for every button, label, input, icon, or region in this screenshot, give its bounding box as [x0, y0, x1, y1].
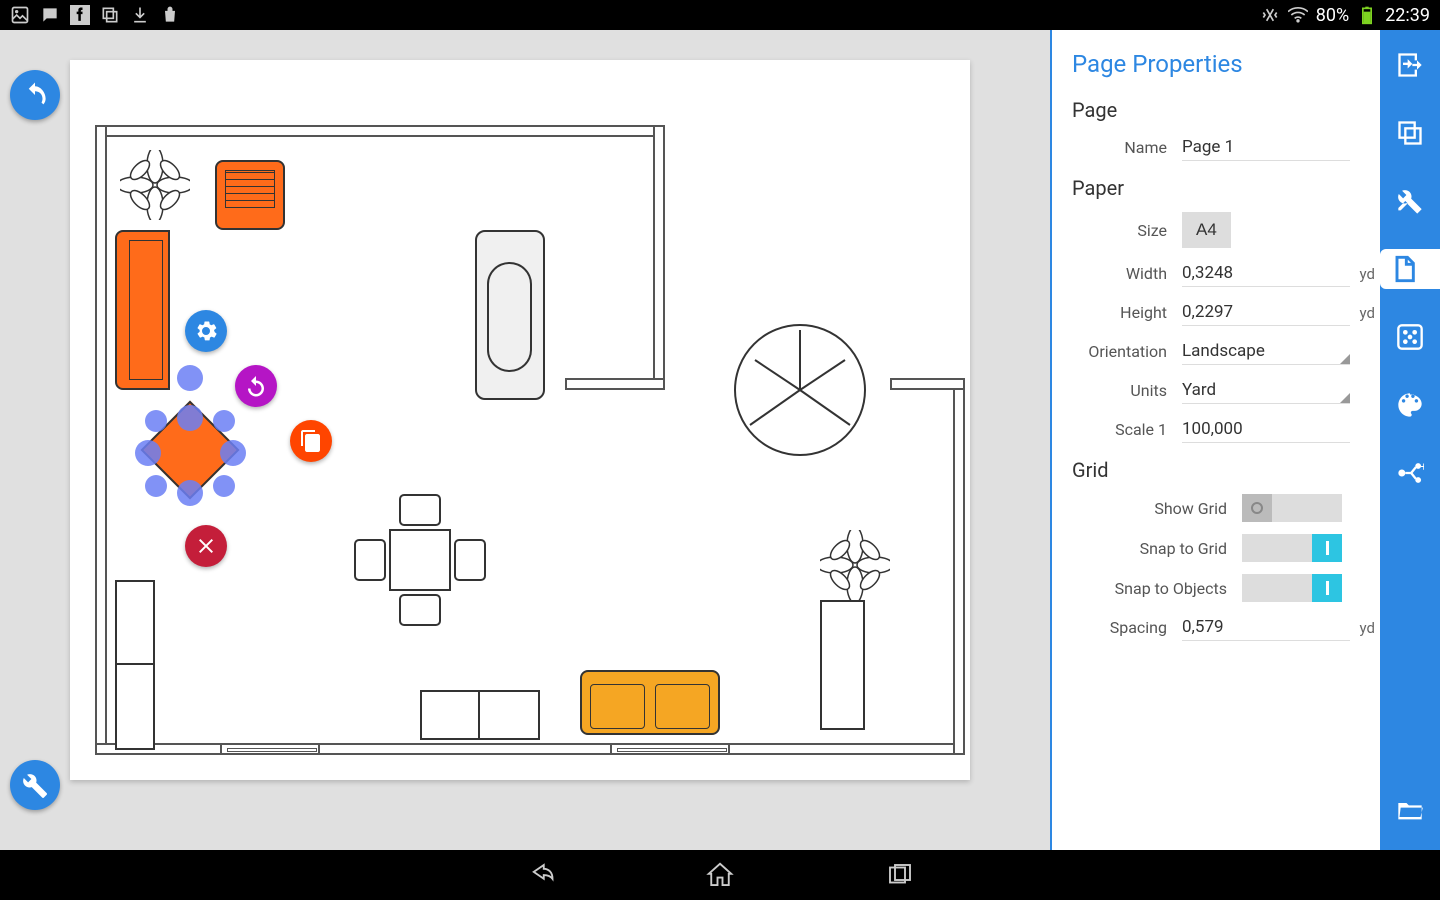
name-label: Name [1072, 138, 1182, 157]
show-grid-toggle[interactable] [1242, 494, 1342, 522]
name-input[interactable]: Page 1 [1182, 134, 1350, 161]
page-section-title: Page [1072, 98, 1350, 122]
object-copy-button[interactable] [290, 420, 332, 462]
shelf-object[interactable] [820, 600, 865, 730]
app-main: Page Properties Page Name Page 1 Paper S… [0, 30, 1440, 850]
tools-tool-button[interactable] [1390, 181, 1430, 221]
status-bar: 80% 22:39 [0, 0, 1440, 30]
page-tool-button[interactable] [1380, 249, 1440, 289]
spacing-input[interactable]: 0,579 [1182, 614, 1350, 641]
selection-handle[interactable] [213, 475, 235, 497]
table-object[interactable] [340, 480, 500, 640]
grid-section-title: Grid [1072, 458, 1350, 482]
svg-text:+: + [1421, 460, 1425, 474]
tv-object[interactable] [475, 230, 545, 400]
fan-object[interactable] [730, 320, 870, 460]
shelf-object[interactable] [420, 690, 540, 740]
wall-segment[interactable] [565, 378, 665, 390]
selection-handle[interactable] [145, 475, 167, 497]
wall-segment[interactable] [653, 125, 665, 390]
show-grid-label: Show Grid [1072, 499, 1242, 518]
battery-percent: 80% [1316, 5, 1349, 26]
paper-section-title: Paper [1072, 176, 1350, 200]
export-tool-button[interactable] [1390, 45, 1430, 85]
nav-bar [0, 850, 1440, 900]
selection-handle[interactable] [177, 480, 203, 506]
plant-object[interactable] [820, 530, 890, 600]
object-rotate-button[interactable] [235, 365, 277, 407]
height-input[interactable]: 0,2297 [1182, 299, 1350, 326]
properties-panel: Page Properties Page Name Page 1 Paper S… [1050, 30, 1380, 850]
door-segment[interactable] [610, 743, 730, 755]
size-label: Size [1072, 221, 1182, 240]
snap-objects-label: Snap to Objects [1072, 579, 1242, 598]
selection-handle[interactable] [213, 410, 235, 432]
yellow-sofa-object[interactable] [580, 670, 720, 735]
facebook-icon [70, 5, 90, 25]
vibrate-icon [1260, 5, 1280, 25]
orientation-label: Orientation [1072, 342, 1182, 361]
shopping-icon [160, 5, 180, 25]
sofa-object[interactable] [115, 230, 170, 390]
back-nav-button[interactable] [525, 860, 555, 890]
spacing-label: Spacing [1072, 618, 1182, 637]
undo-button[interactable] [10, 70, 60, 120]
wall-segment[interactable] [95, 125, 665, 137]
wall-segment[interactable] [95, 125, 107, 755]
armchair-object[interactable] [215, 160, 285, 230]
plant-object[interactable] [120, 150, 190, 220]
bookshelf-object[interactable] [115, 580, 155, 750]
clock: 22:39 [1385, 5, 1430, 26]
height-label: Height [1072, 303, 1182, 322]
object-delete-button[interactable] [185, 525, 227, 567]
home-nav-button[interactable] [705, 860, 735, 890]
units-label: Units [1072, 381, 1182, 400]
units-select[interactable]: Yard [1182, 377, 1350, 404]
canvas-area[interactable] [0, 30, 1050, 850]
right-toolbar: + [1380, 30, 1440, 850]
connector-tool-button[interactable]: + [1390, 453, 1430, 493]
copy-tool-button[interactable] [1390, 113, 1430, 153]
panel-title: Page Properties [1072, 50, 1350, 78]
selection-handle[interactable] [220, 440, 246, 466]
recent-nav-button[interactable] [885, 860, 915, 890]
copy-status-icon [100, 5, 120, 25]
folder-tool-button[interactable] [1390, 790, 1430, 830]
width-input[interactable]: 0,3248 [1182, 260, 1350, 287]
orientation-select[interactable]: Landscape [1182, 338, 1350, 365]
selection-handle[interactable] [145, 410, 167, 432]
snap-grid-toggle[interactable] [1242, 534, 1342, 562]
spacing-unit: yd [1360, 619, 1375, 637]
gallery-icon [10, 5, 30, 25]
wifi-icon [1288, 5, 1308, 25]
selection-handle[interactable] [135, 440, 161, 466]
height-unit: yd [1360, 304, 1375, 322]
canvas-page[interactable] [70, 60, 970, 780]
scale-input[interactable]: 100,000 [1182, 416, 1350, 443]
palette-tool-button[interactable] [1390, 385, 1430, 425]
snap-grid-label: Snap to Grid [1072, 539, 1242, 558]
door-segment[interactable] [220, 743, 320, 755]
selection-handle[interactable] [177, 365, 203, 391]
wall-segment[interactable] [953, 380, 965, 755]
tools-button[interactable] [10, 760, 60, 810]
size-button[interactable]: A4 [1182, 212, 1231, 248]
object-settings-button[interactable] [185, 310, 227, 352]
width-label: Width [1072, 264, 1182, 283]
shapes-tool-button[interactable] [1390, 317, 1430, 357]
scale-label: Scale 1 [1072, 420, 1182, 439]
width-unit: yd [1360, 265, 1375, 283]
wall-segment[interactable] [890, 378, 965, 390]
chat-icon [40, 5, 60, 25]
download-status-icon [130, 5, 150, 25]
snap-objects-toggle[interactable] [1242, 574, 1342, 602]
selection-handle[interactable] [177, 405, 203, 431]
battery-icon [1357, 5, 1377, 25]
